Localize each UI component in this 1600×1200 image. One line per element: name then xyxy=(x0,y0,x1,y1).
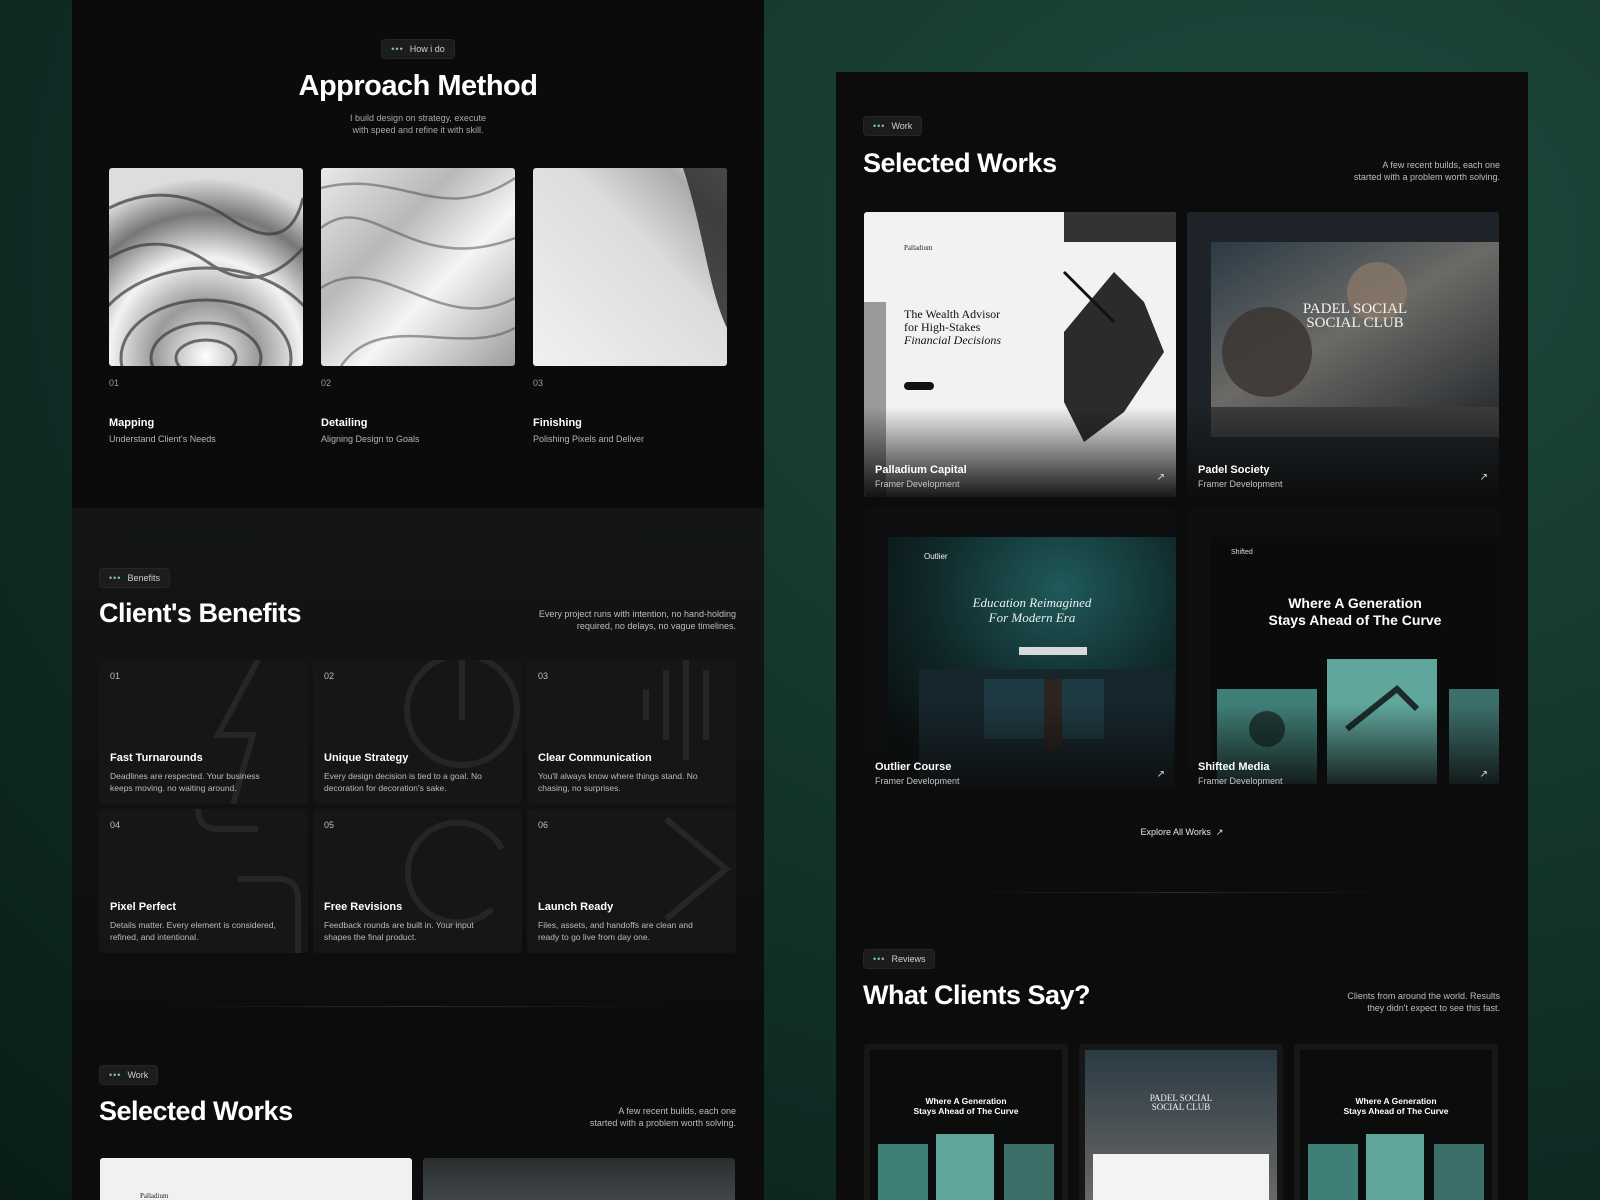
dots-icon: ••• xyxy=(109,573,122,583)
explore-all-link[interactable]: Explore All Works ↗ xyxy=(836,827,1528,838)
review-card[interactable]: PADEL SOCIAL SOCIAL CLUB xyxy=(1079,1044,1283,1200)
step-title: Detailing xyxy=(321,417,368,429)
benefits-subtitle: Every project runs with intention, no ha… xyxy=(538,609,736,631)
metallic-swirl-image xyxy=(109,168,303,366)
work-card-shifted[interactable]: Shifted Where A Generation Stays Ahead of… xyxy=(1187,509,1499,794)
step-description: Understand Client's Needs xyxy=(109,434,216,444)
step-title: Finishing xyxy=(533,417,582,429)
dots-icon: ••• xyxy=(873,954,886,964)
benefit-card: 06 Launch Ready Files, assets, and hando… xyxy=(527,809,736,953)
work-card-palladium[interactable]: Palladium The Wealth Advisor for High-Sta… xyxy=(864,212,1176,497)
section-divider xyxy=(172,1006,662,1007)
work-card-outlier[interactable]: Outlier Education Reimagined For Modern E… xyxy=(864,509,1176,794)
work-subtitle-text: Framer Development xyxy=(875,479,960,489)
step-title: Mapping xyxy=(109,417,155,429)
step-card: 01 Mapping Understand Client's Needs xyxy=(109,168,303,444)
approach-section: ••• How i do Approach Method I build desi… xyxy=(72,0,764,508)
benefits-title: Client's Benefits xyxy=(99,598,301,628)
work-tag: ••• Work xyxy=(99,1065,159,1085)
review-card[interactable]: Where A Generation Stays Ahead of The Cur… xyxy=(1294,1044,1498,1200)
padel-hero: PADEL SOCIAL SOCIAL CLUB xyxy=(1302,301,1408,331)
shifted-brand: Shifted xyxy=(1231,549,1253,556)
work-title: Selected Works xyxy=(863,148,1057,178)
work-card-padel[interactable]: PADEL SOCIAL SOCIAL CLUB Padel Society Fr… xyxy=(1187,212,1499,497)
approach-subtitle: I build design on strategy, execute with … xyxy=(350,113,486,135)
arrow-up-right-icon[interactable]: ↗ xyxy=(1157,472,1165,483)
dots-icon: ••• xyxy=(109,1070,122,1080)
arrow-up-right-icon[interactable]: ↗ xyxy=(1157,769,1165,780)
approach-title: Approach Method xyxy=(298,70,539,102)
review-card[interactable]: Where A Generation Stays Ahead of The Cur… xyxy=(864,1044,1068,1200)
review-thumb-title: Where A Generation Stays Ahead of The Cur… xyxy=(1343,1096,1449,1116)
work-title-text: Shifted Media xyxy=(1198,761,1270,773)
work-title: Selected Works xyxy=(99,1096,293,1126)
work-title-text: Padel Society xyxy=(1198,464,1270,476)
review-thumb-title: PADEL SOCIAL SOCIAL CLUB xyxy=(1149,1093,1213,1112)
work-subtitle-text: Framer Development xyxy=(1198,776,1283,786)
work-subtitle: A few recent builds, each one started wit… xyxy=(1353,160,1500,182)
reviews-title: What Clients Say? xyxy=(863,980,1091,1010)
work-subtitle-text: Framer Development xyxy=(1198,479,1283,489)
section-divider xyxy=(956,892,1406,893)
arrow-up-right-icon[interactable]: ↗ xyxy=(1480,472,1488,483)
reviews-subtitle: Clients from around the world. Results th… xyxy=(1347,991,1500,1013)
dots-icon: ••• xyxy=(873,121,886,131)
benefit-card: 04 Pixel Perfect Details matter. Every e… xyxy=(99,809,308,953)
reviews-tag: ••• Reviews xyxy=(863,949,936,969)
dots-icon: ••• xyxy=(391,44,404,54)
step-card: 03 Finishing Polishing Pixels and Delive… xyxy=(533,168,727,444)
outlier-brand: Outlier xyxy=(924,552,948,561)
benefits-tag: ••• Benefits xyxy=(99,568,170,588)
outlier-hero: Education Reimagined For Modern Era xyxy=(972,595,1092,625)
step-number: 01 xyxy=(109,378,120,388)
approach-tag: ••• How i do xyxy=(381,39,455,59)
right-page-panel: ••• Work Selected Works A few recent buil… xyxy=(836,72,1528,1200)
benefit-card: 03 Clear Communication You'll always kno… xyxy=(527,660,736,804)
step-description: Polishing Pixels and Deliver xyxy=(533,434,645,444)
work-title-text: Outlier Course xyxy=(875,761,952,773)
arrow-up-right-icon[interactable]: ↗ xyxy=(1480,769,1488,780)
liquid-marble-image xyxy=(321,168,515,366)
benefit-card: 02 Unique Strategy Every design decision… xyxy=(313,660,522,804)
review-thumb-title: Where A Generation Stays Ahead of The Cur… xyxy=(913,1096,1019,1116)
work-card-preview[interactable]: Palladium xyxy=(100,1158,412,1200)
smooth-gradient-image xyxy=(533,168,727,366)
left-page-panel: ••• How i do Approach Method I build desi… xyxy=(72,0,764,1200)
work-title-text: Palladium Capital xyxy=(875,464,967,476)
arrow-up-right-icon: ↗ xyxy=(1215,827,1224,837)
palladium-hero: The Wealth Advisor for High-Stakes Financi… xyxy=(904,307,1001,347)
palladium-brand: Palladium xyxy=(904,244,933,252)
shifted-hero: Where A Generation Stays Ahead of The Cur… xyxy=(1268,595,1442,628)
work-subtitle-text: Framer Development xyxy=(875,776,960,786)
benefit-card: 01 Fast Turnarounds Deadlines are respec… xyxy=(99,660,308,804)
work-subtitle: A few recent builds, each one started wit… xyxy=(589,1106,736,1128)
step-number: 02 xyxy=(321,378,332,388)
benefit-card: 05 Free Revisions Feedback rounds are bu… xyxy=(313,809,522,953)
step-number: 03 xyxy=(533,378,544,388)
work-card-preview[interactable] xyxy=(423,1158,735,1200)
benefits-section: ••• Benefits Client's Benefits Every proj… xyxy=(72,508,764,1008)
step-card: 02 Detailing Aligning Design to Goals xyxy=(321,168,515,444)
work-tag: ••• Work xyxy=(863,116,923,136)
step-description: Aligning Design to Goals xyxy=(321,434,420,444)
